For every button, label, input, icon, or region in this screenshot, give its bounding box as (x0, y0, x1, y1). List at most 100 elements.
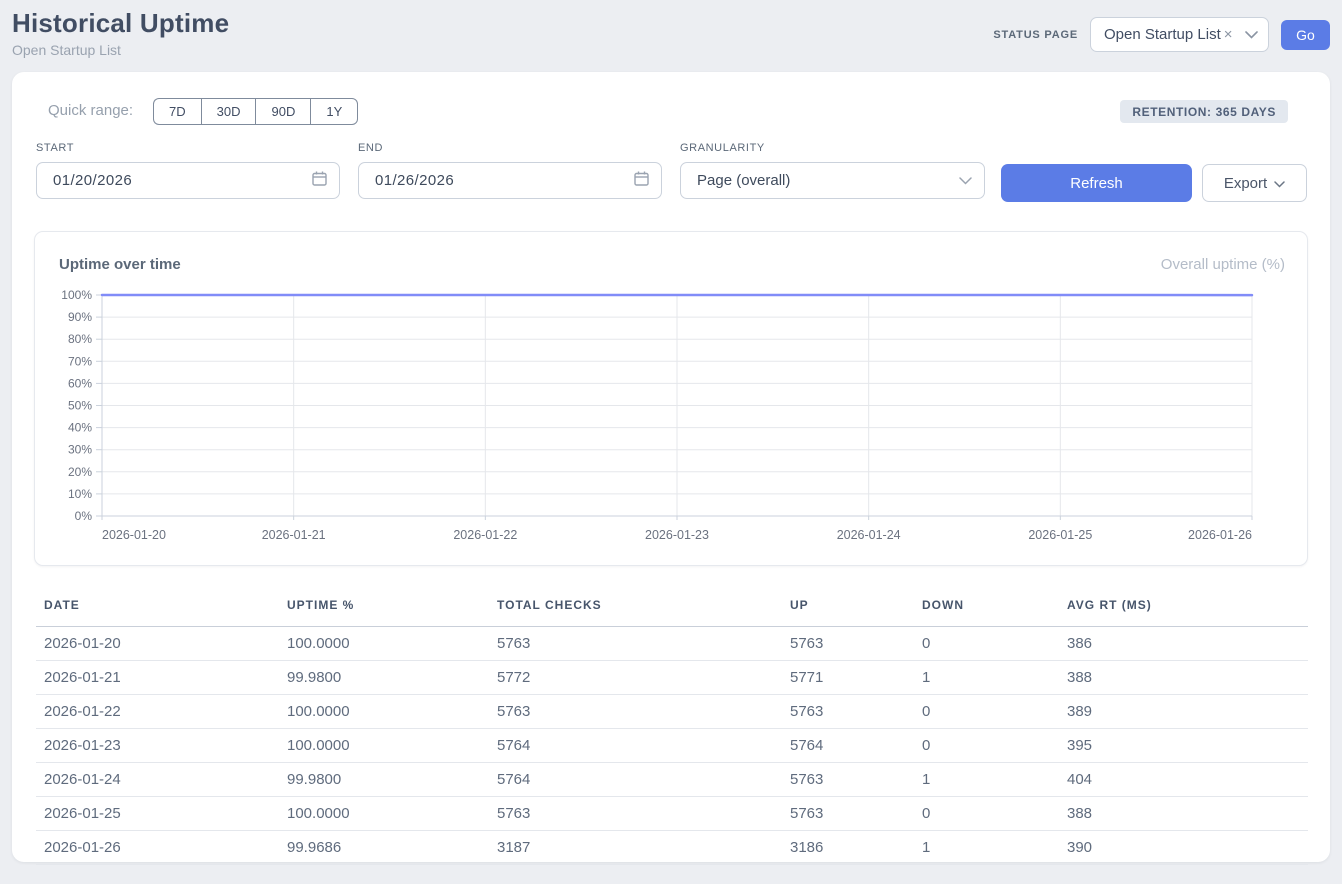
table-cell: 99.9686 (279, 831, 489, 865)
svg-text:20%: 20% (68, 465, 92, 479)
table-cell: 0 (914, 729, 1059, 763)
header-right: STATUS PAGE Open Startup List × Go (993, 17, 1330, 52)
table-cell: 1 (914, 763, 1059, 797)
svg-text:2026-01-23: 2026-01-23 (645, 528, 709, 542)
quick-range-7d[interactable]: 7D (153, 98, 201, 125)
table-cell: 5764 (489, 763, 782, 797)
table-cell: 5763 (489, 627, 782, 661)
table-cell: 388 (1059, 661, 1308, 695)
status-page-select-value: Open Startup List (1104, 26, 1221, 43)
table-cell: 0 (914, 695, 1059, 729)
table-cell: 5763 (782, 797, 914, 831)
uptime-table: DATEUPTIME %TOTAL CHECKSUPDOWNAVG RT (MS… (36, 590, 1308, 865)
export-button[interactable]: Export (1202, 164, 1307, 202)
table-header: DATEUPTIME %TOTAL CHECKSUPDOWNAVG RT (MS… (36, 590, 1308, 627)
svg-text:2026-01-21: 2026-01-21 (262, 528, 326, 542)
retention-badge: RETENTION: 365 DAYS (1120, 100, 1288, 123)
clear-selection-icon[interactable]: × (1224, 26, 1233, 43)
chevron-down-icon (1245, 26, 1258, 44)
quick-range-1y[interactable]: 1Y (310, 98, 358, 125)
table-cell: 3186 (782, 831, 914, 865)
column-header-avg-rt-ms-: AVG RT (MS) (1059, 590, 1308, 627)
quick-range-30d[interactable]: 30D (201, 98, 256, 125)
svg-text:2026-01-26: 2026-01-26 (1188, 528, 1252, 542)
chevron-down-icon (1274, 175, 1285, 192)
table-cell: 2026-01-25 (36, 797, 279, 831)
go-button[interactable]: Go (1281, 20, 1330, 50)
table-cell: 388 (1059, 797, 1308, 831)
uptime-chart-card: Uptime over time Overall uptime (%) 0%10… (34, 231, 1308, 566)
table-cell: 5764 (782, 729, 914, 763)
column-header-total-checks: TOTAL CHECKS (489, 590, 782, 627)
refresh-button[interactable]: Refresh (1001, 164, 1192, 202)
start-date-label: START (36, 142, 340, 154)
end-date-group: END 01/26/2026 (358, 142, 662, 199)
table-cell: 2026-01-26 (36, 831, 279, 865)
table-cell: 404 (1059, 763, 1308, 797)
column-header-up: UP (782, 590, 914, 627)
svg-text:2026-01-22: 2026-01-22 (453, 528, 517, 542)
table-cell: 5764 (489, 729, 782, 763)
status-page-select[interactable]: Open Startup List × (1090, 17, 1269, 52)
table-cell: 2026-01-24 (36, 763, 279, 797)
end-date-input[interactable]: 01/26/2026 (358, 162, 662, 199)
table-cell: 395 (1059, 729, 1308, 763)
svg-text:2026-01-25: 2026-01-25 (1028, 528, 1092, 542)
quick-range-group: 7D30D90D1Y (153, 98, 358, 125)
svg-text:100%: 100% (61, 288, 92, 302)
granularity-label: GRANULARITY (680, 142, 985, 154)
table-cell: 5763 (782, 763, 914, 797)
column-header-uptime-: UPTIME % (279, 590, 489, 627)
table-row: 2026-01-23100.0000576457640395 (36, 729, 1308, 763)
calendar-icon[interactable] (634, 171, 649, 190)
table-row: 2026-01-22100.0000576357630389 (36, 695, 1308, 729)
table-cell: 5763 (782, 695, 914, 729)
calendar-icon[interactable] (312, 171, 327, 190)
start-date-input[interactable]: 01/20/2026 (36, 162, 340, 199)
table-cell: 100.0000 (279, 729, 489, 763)
table-cell: 2026-01-21 (36, 661, 279, 695)
chevron-down-icon (959, 172, 972, 189)
start-date-value: 01/20/2026 (53, 172, 132, 189)
svg-text:60%: 60% (68, 376, 92, 390)
page-header: Historical Uptime Open Startup List STAT… (12, 8, 1330, 64)
table-row: 2026-01-2499.9800576457631404 (36, 763, 1308, 797)
export-button-label: Export (1224, 175, 1267, 192)
table-cell: 390 (1059, 831, 1308, 865)
svg-text:40%: 40% (68, 421, 92, 435)
end-date-value: 01/26/2026 (375, 172, 454, 189)
svg-text:10%: 10% (68, 487, 92, 501)
table-cell: 100.0000 (279, 627, 489, 661)
table-cell: 5771 (782, 661, 914, 695)
svg-text:70%: 70% (68, 354, 92, 368)
table-cell: 389 (1059, 695, 1308, 729)
table-cell: 5763 (489, 797, 782, 831)
main-panel: Quick range: 7D30D90D1Y RETENTION: 365 D… (12, 72, 1330, 862)
table-cell: 99.9800 (279, 763, 489, 797)
table-cell: 5772 (489, 661, 782, 695)
svg-text:30%: 30% (68, 443, 92, 457)
table-cell: 0 (914, 797, 1059, 831)
table-row: 2026-01-2199.9800577257711388 (36, 661, 1308, 695)
table-cell: 99.9800 (279, 661, 489, 695)
quick-range-90d[interactable]: 90D (255, 98, 310, 125)
table-cell: 2026-01-22 (36, 695, 279, 729)
svg-text:2026-01-24: 2026-01-24 (837, 528, 901, 542)
svg-text:0%: 0% (75, 509, 93, 523)
table-cell: 100.0000 (279, 797, 489, 831)
table-cell: 3187 (489, 831, 782, 865)
table-cell: 1 (914, 661, 1059, 695)
svg-text:80%: 80% (68, 332, 92, 346)
svg-text:50%: 50% (68, 399, 92, 413)
svg-text:90%: 90% (68, 310, 92, 324)
column-header-date: DATE (36, 590, 279, 627)
table-cell: 0 (914, 627, 1059, 661)
granularity-select[interactable]: Page (overall) (680, 162, 985, 199)
table-cell: 100.0000 (279, 695, 489, 729)
table-cell: 386 (1059, 627, 1308, 661)
table-cell: 5763 (782, 627, 914, 661)
status-page-label: STATUS PAGE (993, 29, 1078, 41)
table-cell: 2026-01-23 (36, 729, 279, 763)
table-row: 2026-01-2699.9686318731861390 (36, 831, 1308, 865)
table-row: 2026-01-25100.0000576357630388 (36, 797, 1308, 831)
